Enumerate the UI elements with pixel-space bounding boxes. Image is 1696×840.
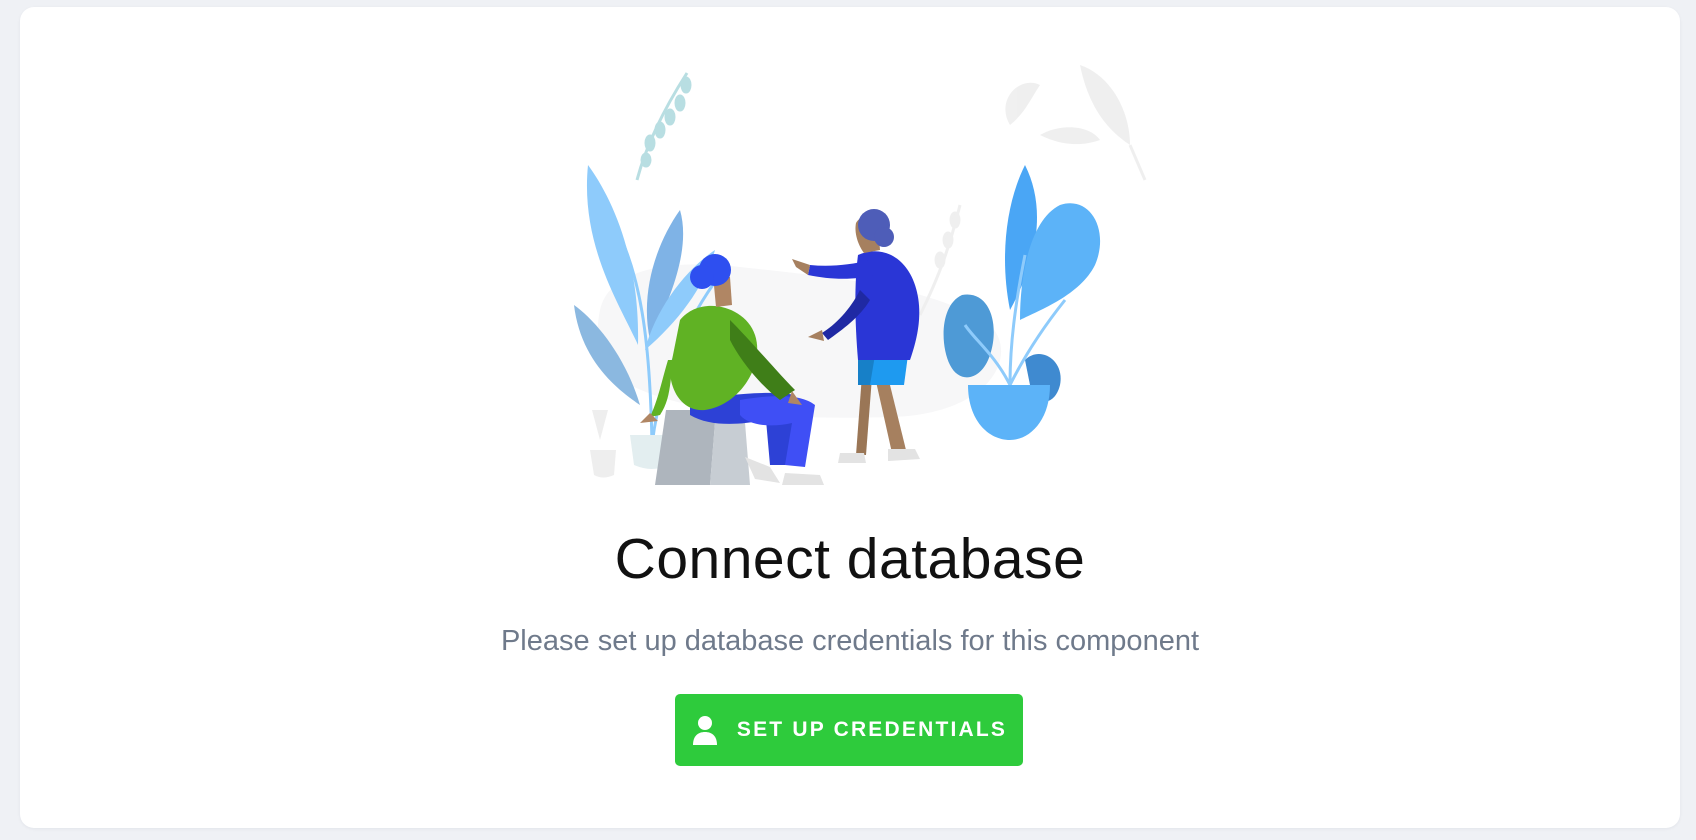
user-icon [691, 715, 719, 745]
people-discussing-plants-illustration [574, 65, 1147, 485]
page-subtitle: Please set up database credentials for t… [500, 625, 1200, 657]
set-up-credentials-button[interactable]: SET UP CREDENTIALS [675, 694, 1023, 766]
page-title: Connect database [614, 527, 1086, 591]
set-up-credentials-label: SET UP CREDENTIALS [736, 718, 1008, 741]
empty-state-card: Connect database Please set up database … [20, 7, 1680, 828]
